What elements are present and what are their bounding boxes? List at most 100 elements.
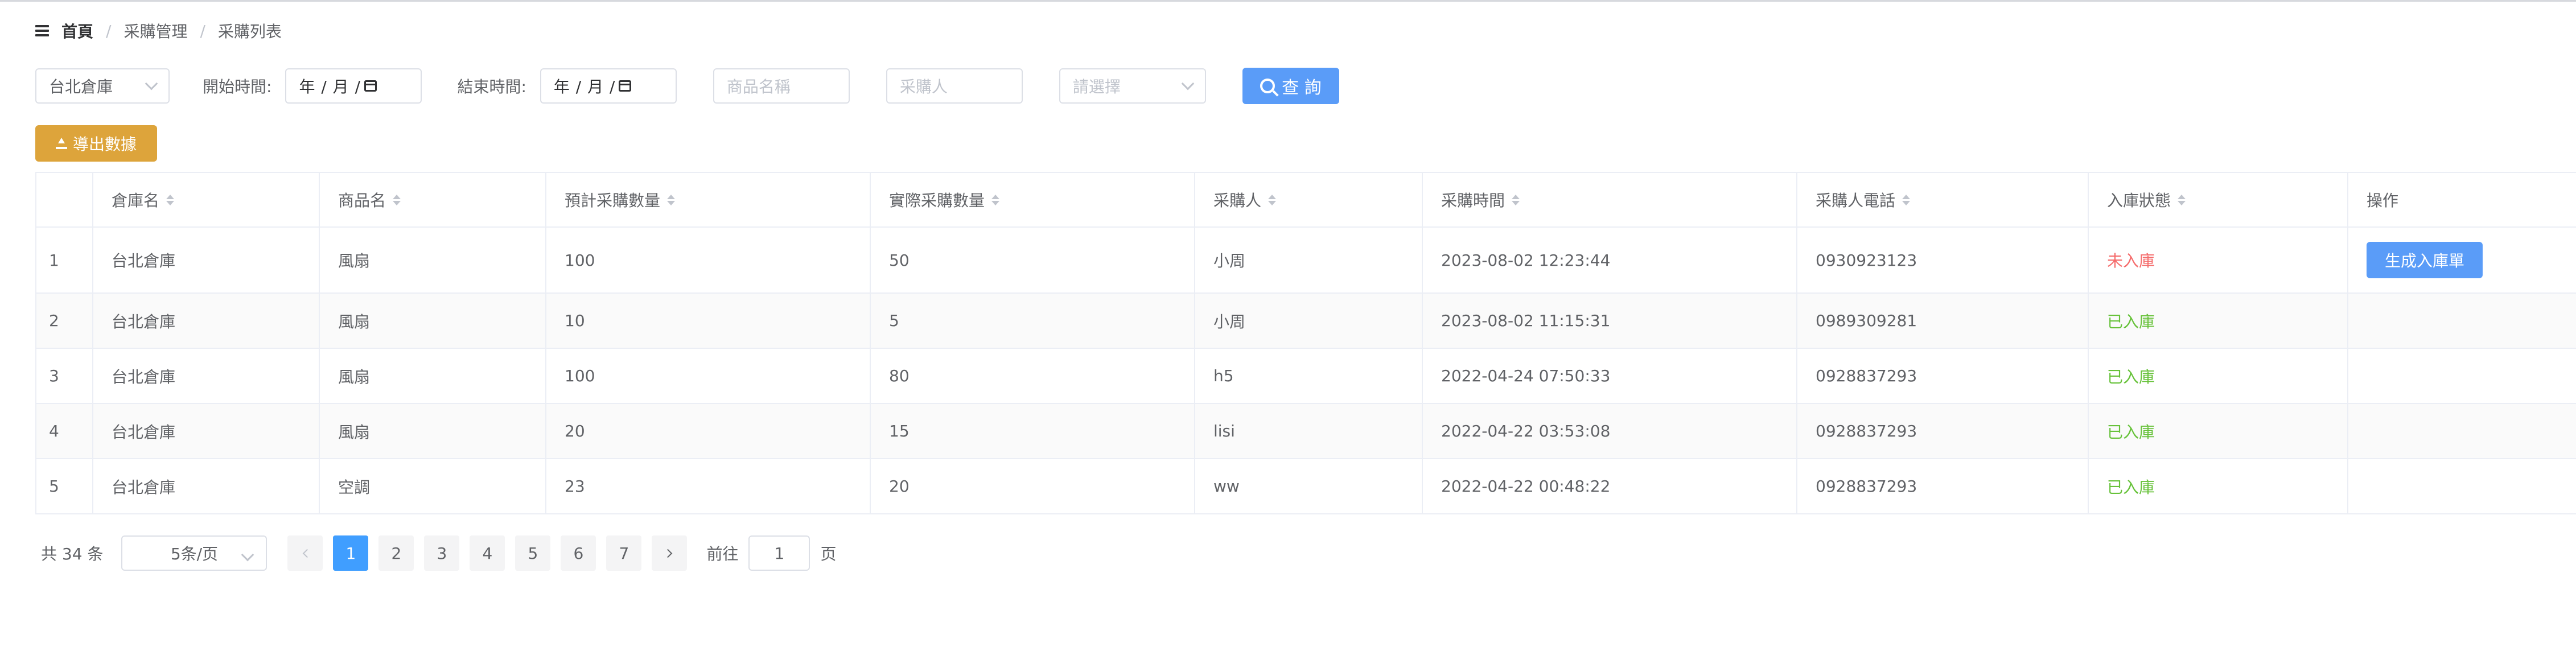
- header-warehouse[interactable]: 倉庫名: [93, 173, 320, 226]
- sort-icon[interactable]: [1902, 194, 1911, 205]
- product-name-input[interactable]: 商品名稱: [713, 68, 850, 104]
- cell-actions: [2348, 404, 2576, 458]
- cell-purchase-time: 2022-04-22 00:48:22: [1423, 459, 1797, 513]
- chevron-right-icon: [663, 549, 673, 558]
- cell-buyer: ww: [1195, 459, 1423, 513]
- sort-icon[interactable]: [2178, 194, 2186, 205]
- cell-planned-qty: 20: [546, 404, 871, 458]
- row-index: 5: [36, 459, 93, 513]
- header-product[interactable]: 商品名: [320, 173, 546, 226]
- generate-stock-in-button[interactable]: 生成入庫單: [2367, 242, 2483, 278]
- header-label: 預計采購數量: [565, 191, 661, 210]
- calendar-icon[interactable]: [619, 80, 632, 92]
- table-row: 4 台北倉庫 風扇 20 15 lisi 2022-04-22 03:53:08…: [36, 404, 2576, 459]
- sort-icon[interactable]: [1512, 194, 1520, 205]
- status-badge: 已入庫: [2089, 404, 2348, 458]
- purchase-table: 倉庫名 商品名 預計采購數量 實際采購數量 采購人 采購時間 采購人電話 入庫狀…: [35, 172, 2576, 514]
- buyer-placeholder: 采購人: [899, 77, 948, 96]
- cell-purchase-time: 2022-04-24 07:50:33: [1423, 349, 1797, 403]
- page-button[interactable]: 6: [561, 535, 596, 571]
- cell-actual-qty: 20: [871, 459, 1195, 513]
- cell-warehouse: 台北倉庫: [93, 404, 320, 458]
- header-buyer[interactable]: 采購人: [1195, 173, 1423, 226]
- cell-product: 風扇: [320, 228, 546, 292]
- cell-planned-qty: 100: [546, 228, 871, 292]
- header-planned-qty[interactable]: 預計采購數量: [546, 173, 871, 226]
- sort-icon[interactable]: [393, 194, 401, 205]
- cell-planned-qty: 10: [546, 294, 871, 348]
- sort-icon[interactable]: [667, 194, 676, 205]
- query-button[interactable]: 查 詢: [1242, 68, 1339, 104]
- top-divider: [0, 0, 2576, 2]
- end-time-label: 結束時間:: [457, 77, 526, 96]
- table-row: 3 台北倉庫 風扇 100 80 h5 2022-04-24 07:50:33 …: [36, 349, 2576, 404]
- next-page-button[interactable]: [652, 535, 688, 571]
- end-date-input[interactable]: 年 / 月 /: [540, 68, 677, 104]
- chevron-down-icon: [1181, 77, 1195, 90]
- cell-buyer-phone: 0928837293: [1797, 459, 2089, 513]
- page-button[interactable]: 3: [424, 535, 460, 571]
- calendar-icon[interactable]: [364, 80, 377, 92]
- breadcrumb-home[interactable]: 首頁: [61, 19, 93, 42]
- header-label: 采購人: [1213, 191, 1262, 210]
- cell-actions: [2348, 459, 2576, 513]
- query-button-label: 查 詢: [1282, 78, 1322, 98]
- cell-warehouse: 台北倉庫: [93, 459, 320, 513]
- cell-buyer-phone: 0928837293: [1797, 349, 2089, 403]
- start-date-input[interactable]: 年 / 月 /: [285, 68, 422, 104]
- breadcrumb-purchase-management[interactable]: 采購管理: [124, 19, 187, 42]
- header-label: 實際采購數量: [889, 191, 985, 210]
- filter-bar: 台北倉庫 開始時間: 年 / 月 / 結束時間: 年 / 月 / 商品名稱 采購…: [35, 67, 1339, 105]
- warehouse-select-value: 台北倉庫: [49, 77, 113, 96]
- page-button[interactable]: 2: [378, 535, 414, 571]
- goto-page-input[interactable]: 1: [748, 535, 810, 571]
- page-size-select[interactable]: 5条/页: [121, 535, 268, 571]
- hamburger-icon[interactable]: [35, 25, 49, 36]
- sort-icon[interactable]: [1268, 194, 1277, 205]
- header-label: 操作: [2367, 191, 2399, 210]
- cell-warehouse: 台北倉庫: [93, 294, 320, 348]
- start-time-label: 開始時間:: [203, 77, 272, 96]
- cell-buyer: h5: [1195, 349, 1423, 403]
- header-label: 采購時間: [1441, 191, 1505, 210]
- chevron-down-icon: [145, 77, 158, 90]
- total-count: 共 34 条: [41, 545, 104, 563]
- header-label: 采購人電話: [1816, 191, 1896, 210]
- sort-icon[interactable]: [166, 194, 175, 205]
- prev-page-button[interactable]: [287, 535, 323, 571]
- cell-product: 風扇: [320, 404, 546, 458]
- header-stock-status[interactable]: 入庫狀態: [2089, 173, 2348, 226]
- cell-warehouse: 台北倉庫: [93, 349, 320, 403]
- status-select[interactable]: 請選擇: [1059, 68, 1206, 104]
- buyer-input[interactable]: 采購人: [886, 68, 1023, 104]
- cell-actions: 生成入庫單: [2348, 228, 2576, 292]
- cell-purchase-time: 2023-08-02 12:23:44: [1423, 228, 1797, 292]
- cell-actions: [2348, 349, 2576, 403]
- table-row: 5 台北倉庫 空調 23 20 ww 2022-04-22 00:48:22 0…: [36, 459, 2576, 514]
- sort-icon[interactable]: [991, 194, 1000, 205]
- cell-buyer-phone: 0928837293: [1797, 404, 2089, 458]
- cell-purchase-time: 2022-04-22 03:53:08: [1423, 404, 1797, 458]
- page-suffix: 页: [820, 545, 837, 563]
- page-button[interactable]: 5: [515, 535, 551, 571]
- export-data-button[interactable]: 導出數據: [35, 125, 157, 162]
- cell-buyer: lisi: [1195, 404, 1423, 458]
- status-badge: 未入庫: [2089, 228, 2348, 292]
- cell-buyer-phone: 0930923123: [1797, 228, 2089, 292]
- header-label: 入庫狀態: [2107, 191, 2171, 210]
- upload-icon: [55, 138, 67, 149]
- header-label: 商品名: [338, 191, 386, 210]
- breadcrumb-separator: /: [106, 21, 112, 40]
- page-button[interactable]: 4: [470, 535, 505, 571]
- page-button[interactable]: 1: [333, 535, 369, 571]
- cell-planned-qty: 23: [546, 459, 871, 513]
- header-purchase-time[interactable]: 采購時間: [1423, 173, 1797, 226]
- page-button[interactable]: 7: [606, 535, 642, 571]
- warehouse-select[interactable]: 台北倉庫: [35, 68, 170, 104]
- cell-buyer-phone: 0989309281: [1797, 294, 2089, 348]
- header-actual-qty[interactable]: 實際采購數量: [871, 173, 1195, 226]
- row-index: 1: [36, 228, 93, 292]
- cell-buyer: 小周: [1195, 294, 1423, 348]
- cell-actual-qty: 50: [871, 228, 1195, 292]
- header-buyer-phone[interactable]: 采購人電話: [1797, 173, 2089, 226]
